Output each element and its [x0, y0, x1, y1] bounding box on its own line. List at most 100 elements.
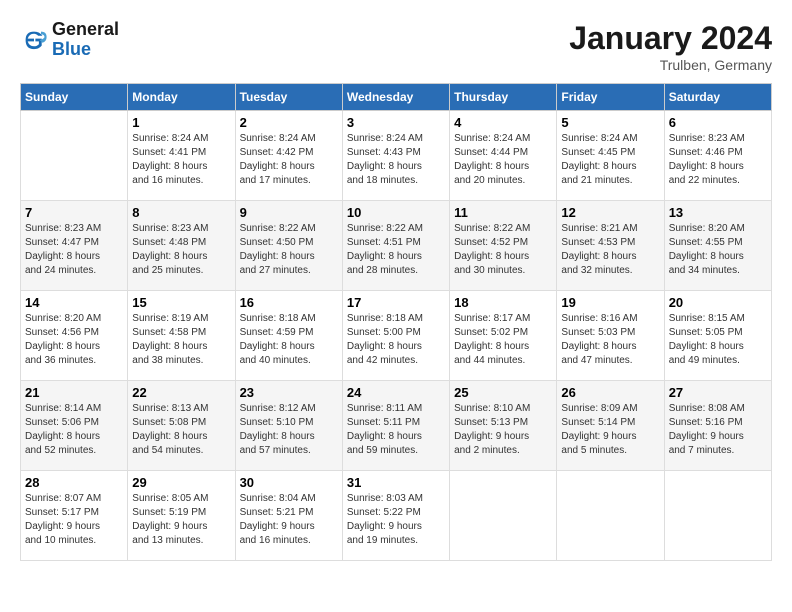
calendar-cell: 12 Sunrise: 8:21 AMSunset: 4:53 PMDayligh… [557, 201, 664, 291]
day-number: 26 [561, 385, 659, 400]
logo-icon [20, 26, 48, 54]
day-info: Sunrise: 8:13 AMSunset: 5:08 PMDaylight:… [132, 402, 230, 458]
day-info: Sunrise: 8:20 AMSunset: 4:56 PMDaylight:… [25, 312, 123, 368]
day-info: Sunrise: 8:23 AMSunset: 4:46 PMDaylight:… [669, 132, 767, 188]
day-number: 11 [454, 205, 552, 220]
day-number: 3 [347, 115, 445, 130]
calendar-cell: 29 Sunrise: 8:05 AMSunset: 5:19 PMDayligh… [128, 471, 235, 561]
day-number: 1 [132, 115, 230, 130]
header-tuesday: Tuesday [235, 84, 342, 111]
day-info: Sunrise: 8:20 AMSunset: 4:55 PMDaylight:… [669, 222, 767, 278]
day-number: 10 [347, 205, 445, 220]
calendar-cell: 18 Sunrise: 8:17 AMSunset: 5:02 PMDayligh… [450, 291, 557, 381]
day-number: 6 [669, 115, 767, 130]
calendar-cell: 4 Sunrise: 8:24 AMSunset: 4:44 PMDaylight… [450, 111, 557, 201]
calendar-title: January 2024 [569, 20, 772, 57]
calendar-cell: 13Sunrise: 8:20 AMSunset: 4:55 PMDayligh… [664, 201, 771, 291]
calendar-cell: 14 Sunrise: 8:20 AMSunset: 4:56 PMDayligh… [21, 291, 128, 381]
calendar-cell: 10 Sunrise: 8:22 AMSunset: 4:51 PMDayligh… [342, 201, 449, 291]
day-info: Sunrise: 8:14 AMSunset: 5:06 PMDaylight:… [25, 402, 123, 458]
day-info: Sunrise: 8:24 AMSunset: 4:41 PMDaylight:… [132, 132, 230, 188]
header-friday: Friday [557, 84, 664, 111]
calendar-cell: 5 Sunrise: 8:24 AMSunset: 4:45 PMDaylight… [557, 111, 664, 201]
day-number: 5 [561, 115, 659, 130]
calendar-cell: 31Sunrise: 8:03 AMSunset: 5:22 PMDayligh… [342, 471, 449, 561]
calendar-week-row: 28Sunrise: 8:07 AMSunset: 5:17 PMDayligh… [21, 471, 772, 561]
page-header: General Blue January 2024 Trulben, Germa… [20, 20, 772, 73]
day-number: 8 [132, 205, 230, 220]
calendar-cell: 30 Sunrise: 8:04 AMSunset: 5:21 PMDayligh… [235, 471, 342, 561]
day-number: 23 [240, 385, 338, 400]
day-number: 28 [25, 475, 123, 490]
calendar-cell: 11 Sunrise: 8:22 AMSunset: 4:52 PMDayligh… [450, 201, 557, 291]
calendar-cell: 16Sunrise: 8:18 AMSunset: 4:59 PMDayligh… [235, 291, 342, 381]
day-info: Sunrise: 8:22 AMSunset: 4:52 PMDaylight:… [454, 222, 552, 278]
day-info: Sunrise: 8:21 AMSunset: 4:53 PMDaylight:… [561, 222, 659, 278]
calendar-cell: 26 Sunrise: 8:09 AMSunset: 5:14 PMDayligh… [557, 381, 664, 471]
day-info: Sunrise: 8:11 AMSunset: 5:11 PMDaylight:… [347, 402, 445, 458]
day-number: 20 [669, 295, 767, 310]
day-info: Sunrise: 8:16 AMSunset: 5:03 PMDaylight:… [561, 312, 659, 368]
day-info: Sunrise: 8:24 AMSunset: 4:42 PMDaylight:… [240, 132, 338, 188]
calendar-cell: 20 Sunrise: 8:15 AMSunset: 5:05 PMDayligh… [664, 291, 771, 381]
day-info: Sunrise: 8:17 AMSunset: 5:02 PMDaylight:… [454, 312, 552, 368]
day-number: 4 [454, 115, 552, 130]
day-info: Sunrise: 8:04 AMSunset: 5:21 PMDaylight:… [240, 492, 338, 548]
calendar-week-row: 14 Sunrise: 8:20 AMSunset: 4:56 PMDayligh… [21, 291, 772, 381]
logo-line2: Blue [52, 40, 119, 60]
calendar-cell [557, 471, 664, 561]
calendar-table: SundayMondayTuesdayWednesdayThursdayFrid… [20, 83, 772, 561]
calendar-cell: 3 Sunrise: 8:24 AMSunset: 4:43 PMDaylight… [342, 111, 449, 201]
day-info: Sunrise: 8:24 AMSunset: 4:44 PMDaylight:… [454, 132, 552, 188]
day-info: Sunrise: 8:24 AMSunset: 4:43 PMDaylight:… [347, 132, 445, 188]
day-number: 31 [347, 475, 445, 490]
calendar-week-row: 21Sunrise: 8:14 AMSunset: 5:06 PMDayligh… [21, 381, 772, 471]
calendar-cell: 22 Sunrise: 8:13 AMSunset: 5:08 PMDayligh… [128, 381, 235, 471]
calendar-cell: 21Sunrise: 8:14 AMSunset: 5:06 PMDayligh… [21, 381, 128, 471]
day-number: 14 [25, 295, 123, 310]
day-info: Sunrise: 8:05 AMSunset: 5:19 PMDaylight:… [132, 492, 230, 548]
calendar-cell: 25 Sunrise: 8:10 AMSunset: 5:13 PMDayligh… [450, 381, 557, 471]
day-number: 29 [132, 475, 230, 490]
calendar-cell: 17 Sunrise: 8:18 AMSunset: 5:00 PMDayligh… [342, 291, 449, 381]
day-info: Sunrise: 8:19 AMSunset: 4:58 PMDaylight:… [132, 312, 230, 368]
calendar-cell: 27 Sunrise: 8:08 AMSunset: 5:16 PMDayligh… [664, 381, 771, 471]
calendar-cell: 15Sunrise: 8:19 AMSunset: 4:58 PMDayligh… [128, 291, 235, 381]
calendar-cell: 8Sunrise: 8:23 AMSunset: 4:48 PMDaylight… [128, 201, 235, 291]
calendar-cell: 24Sunrise: 8:11 AMSunset: 5:11 PMDayligh… [342, 381, 449, 471]
logo-line1: General [52, 20, 119, 40]
day-number: 25 [454, 385, 552, 400]
day-info: Sunrise: 8:15 AMSunset: 5:05 PMDaylight:… [669, 312, 767, 368]
calendar-cell: 6 Sunrise: 8:23 AMSunset: 4:46 PMDaylight… [664, 111, 771, 201]
day-info: Sunrise: 8:08 AMSunset: 5:16 PMDaylight:… [669, 402, 767, 458]
day-info: Sunrise: 8:22 AMSunset: 4:51 PMDaylight:… [347, 222, 445, 278]
header-sunday: Sunday [21, 84, 128, 111]
day-number: 30 [240, 475, 338, 490]
day-info: Sunrise: 8:22 AMSunset: 4:50 PMDaylight:… [240, 222, 338, 278]
day-number: 22 [132, 385, 230, 400]
day-number: 9 [240, 205, 338, 220]
day-info: Sunrise: 8:24 AMSunset: 4:45 PMDaylight:… [561, 132, 659, 188]
day-info: Sunrise: 8:09 AMSunset: 5:14 PMDaylight:… [561, 402, 659, 458]
header-monday: Monday [128, 84, 235, 111]
day-number: 18 [454, 295, 552, 310]
day-number: 16 [240, 295, 338, 310]
day-number: 27 [669, 385, 767, 400]
calendar-cell: 7 Sunrise: 8:23 AMSunset: 4:47 PMDaylight… [21, 201, 128, 291]
calendar-week-row: 1 Sunrise: 8:24 AMSunset: 4:41 PMDaylight… [21, 111, 772, 201]
calendar-cell: 23Sunrise: 8:12 AMSunset: 5:10 PMDayligh… [235, 381, 342, 471]
title-block: January 2024 Trulben, Germany [569, 20, 772, 73]
calendar-cell [664, 471, 771, 561]
day-info: Sunrise: 8:23 AMSunset: 4:47 PMDaylight:… [25, 222, 123, 278]
day-info: Sunrise: 8:18 AMSunset: 5:00 PMDaylight:… [347, 312, 445, 368]
day-number: 19 [561, 295, 659, 310]
day-number: 17 [347, 295, 445, 310]
day-number: 12 [561, 205, 659, 220]
calendar-cell: 19 Sunrise: 8:16 AMSunset: 5:03 PMDayligh… [557, 291, 664, 381]
calendar-cell: 1 Sunrise: 8:24 AMSunset: 4:41 PMDaylight… [128, 111, 235, 201]
day-number: 7 [25, 205, 123, 220]
day-info: Sunrise: 8:10 AMSunset: 5:13 PMDaylight:… [454, 402, 552, 458]
calendar-cell: 28Sunrise: 8:07 AMSunset: 5:17 PMDayligh… [21, 471, 128, 561]
logo-text: General Blue [52, 20, 119, 60]
calendar-header-row: SundayMondayTuesdayWednesdayThursdayFrid… [21, 84, 772, 111]
